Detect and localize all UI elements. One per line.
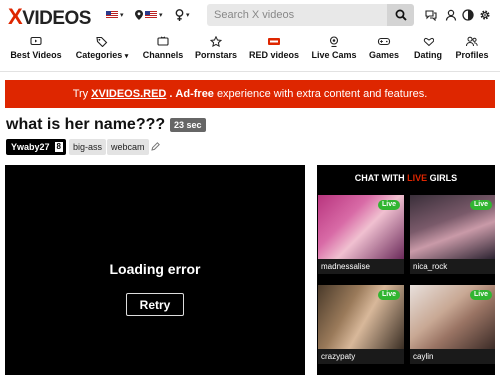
nav-profiles[interactable]: Profiles bbox=[454, 36, 490, 66]
users-icon bbox=[466, 36, 478, 47]
video-player[interactable]: Loading error Retry bbox=[5, 165, 305, 375]
uploader-badge[interactable]: Ywaby27 8 bbox=[6, 139, 66, 155]
promo-adfree: Ad-free bbox=[175, 88, 214, 100]
logo-text: VIDEOS bbox=[22, 8, 91, 29]
live-badge: Live bbox=[377, 290, 400, 300]
star-icon bbox=[210, 36, 222, 47]
divider bbox=[0, 71, 500, 72]
live-panel-header[interactable]: CHAT WITH LIVE GIRLS bbox=[317, 165, 495, 192]
cam-username: caylin bbox=[410, 349, 495, 364]
tag-chip[interactable]: webcam bbox=[107, 139, 149, 155]
cam-thumbnail: Live bbox=[410, 195, 495, 259]
us-flag-icon bbox=[106, 11, 118, 19]
settings-gear-icon[interactable] bbox=[479, 9, 491, 21]
cam-tile[interactable]: Live crazypaty bbox=[318, 285, 404, 364]
nav-red-videos[interactable]: RED videos bbox=[248, 36, 300, 66]
nav-label: Games bbox=[368, 50, 400, 60]
chevron-down-icon: ▾ bbox=[120, 12, 124, 19]
cam-thumbnail: Live bbox=[410, 285, 495, 349]
nav-live-cams[interactable]: Live Cams bbox=[311, 36, 357, 66]
live-badge: Live bbox=[377, 200, 400, 210]
promo-dot: . bbox=[169, 88, 173, 100]
live-head-highlight: LIVE bbox=[407, 173, 428, 183]
nav-label: RED videos bbox=[248, 50, 299, 60]
nav-label: Best Videos bbox=[10, 50, 62, 60]
contrast-icon[interactable] bbox=[462, 9, 474, 21]
nav-pornstars[interactable]: Pornstars bbox=[195, 36, 237, 66]
search-icon bbox=[395, 9, 407, 21]
red-promo-banner[interactable]: Try XVIDEOS.RED. Ad-free experience with… bbox=[5, 80, 495, 108]
nav-best-videos[interactable]: Best Videos bbox=[10, 36, 62, 66]
cam-tile[interactable]: Live caylin bbox=[410, 285, 495, 364]
search-input[interactable] bbox=[207, 4, 387, 26]
nav-label: Pornstars bbox=[195, 50, 238, 60]
gamepad-icon bbox=[377, 37, 391, 46]
tag-chip[interactable]: big-ass bbox=[69, 139, 107, 155]
nav-label: Live Cams bbox=[311, 50, 357, 60]
orientation-selector[interactable]: ▾ bbox=[175, 8, 190, 22]
chat-icon[interactable] bbox=[425, 9, 437, 21]
live-badge: Live bbox=[469, 290, 492, 300]
nav-channels[interactable]: Channels bbox=[142, 36, 184, 66]
video-duration: 23 sec bbox=[170, 118, 206, 132]
us-flag-icon bbox=[145, 11, 157, 19]
cam-tile[interactable]: Live nica_rock bbox=[410, 195, 495, 274]
chevron-down-icon: ▾ bbox=[186, 12, 190, 19]
female-symbol-icon bbox=[175, 9, 184, 21]
edit-pencil-icon[interactable] bbox=[150, 140, 160, 152]
nav-label: Categories bbox=[75, 50, 123, 60]
promo-text: experience with extra content and featur… bbox=[216, 88, 428, 100]
user-icon[interactable] bbox=[445, 9, 457, 21]
nav-games[interactable]: Games bbox=[366, 36, 402, 66]
chevron-down-icon: ▾ bbox=[124, 53, 129, 60]
video-title: what is her name??? bbox=[6, 116, 166, 133]
country-selector[interactable]: ▾ bbox=[135, 8, 163, 22]
nav-categories[interactable]: Categories ▾ bbox=[73, 36, 131, 66]
top-bar: XVIDEOS ▾ ▾ ▾ bbox=[0, 0, 500, 32]
cam-username: madnessalise bbox=[318, 259, 404, 274]
live-head-text: GIRLS bbox=[429, 173, 458, 183]
red-badge-icon bbox=[268, 38, 280, 45]
site-logo[interactable]: XVIDEOS bbox=[8, 4, 91, 29]
promo-text: Try bbox=[72, 88, 89, 100]
location-pin-icon bbox=[135, 10, 143, 20]
cam-thumbnail: Live bbox=[318, 195, 404, 259]
search-button[interactable] bbox=[387, 4, 414, 26]
language-selector[interactable]: ▾ bbox=[106, 8, 124, 22]
loading-error-message: Loading error bbox=[109, 261, 201, 277]
cam-username: crazypaty bbox=[318, 349, 404, 364]
uploader-name: Ywaby27 bbox=[11, 142, 50, 152]
logo-x: X bbox=[8, 4, 23, 29]
live-badge: Live bbox=[469, 200, 492, 210]
promo-brand-link[interactable]: XVIDEOS.RED bbox=[91, 88, 166, 100]
retry-button[interactable]: Retry bbox=[126, 293, 184, 316]
monitor-icon bbox=[157, 36, 169, 46]
nav-dating[interactable]: Dating bbox=[411, 36, 445, 66]
live-cams-panel: CHAT WITH LIVE GIRLS Live madnessalise L… bbox=[317, 165, 495, 375]
webcam-icon bbox=[329, 36, 339, 47]
uploader-video-count: 8 bbox=[54, 142, 63, 152]
nav-label: Profiles bbox=[455, 50, 489, 60]
nav-label: Dating bbox=[414, 50, 442, 60]
cam-thumbnail: Live bbox=[318, 285, 404, 349]
nav-label: Channels bbox=[142, 50, 184, 60]
tags-icon bbox=[96, 36, 108, 47]
chevron-down-icon: ▾ bbox=[159, 12, 163, 19]
category-nav: Best Videos Categories ▾ Channels Pornst… bbox=[0, 36, 500, 66]
cam-username: nica_rock bbox=[410, 259, 495, 274]
live-head-text: CHAT WITH bbox=[354, 173, 405, 183]
tv-icon bbox=[30, 36, 42, 46]
hearts-icon bbox=[423, 37, 434, 47]
cam-tile[interactable]: Live madnessalise bbox=[318, 195, 404, 274]
